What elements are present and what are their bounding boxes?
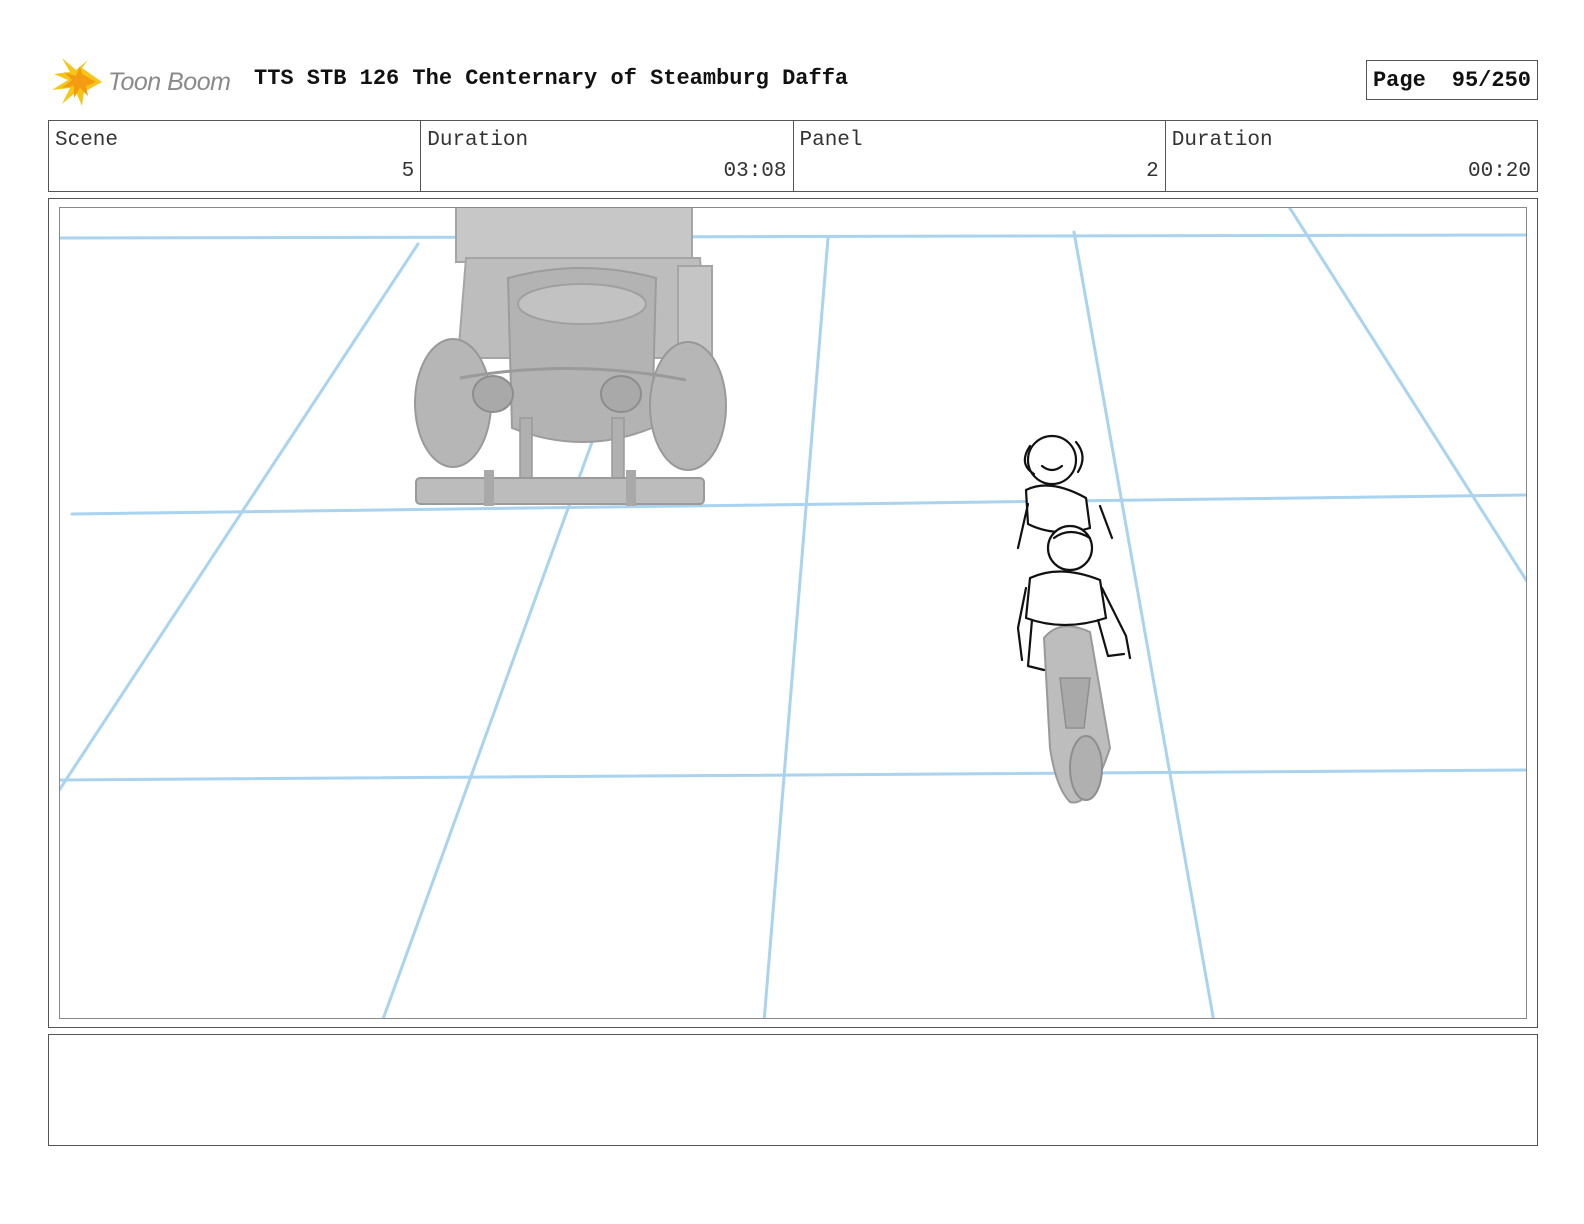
page-indicator: Page 95/250 xyxy=(1365,60,1538,100)
scene-info-row: Scene 5 Duration 03:08 Panel 2 Duration … xyxy=(48,120,1538,192)
page-label: Page xyxy=(1372,67,1426,93)
panel-label: Panel xyxy=(799,129,863,152)
panel-cell: Panel 2 xyxy=(794,121,1166,191)
scene-duration-label: Duration xyxy=(427,129,529,152)
panel-drawing xyxy=(60,208,1526,1018)
storyboard-panel-frame xyxy=(48,198,1538,1028)
header: Toon Boom TTS STB 126 The Centernary of … xyxy=(48,52,1538,108)
motorcycle-riders xyxy=(1016,434,1132,804)
scene-value: 5 xyxy=(401,160,415,183)
car-model xyxy=(414,208,727,506)
logo-text: Toon Boom xyxy=(108,68,231,96)
perspective-grid xyxy=(60,208,1526,1018)
document-title: TTS STB 126 The Centernary of Steamburg … xyxy=(254,66,849,91)
panel-duration-cell: Duration 00:20 xyxy=(1166,121,1537,191)
panel-value: 2 xyxy=(1146,160,1159,183)
page-number: 95/250 xyxy=(1451,67,1531,93)
scene-cell: Scene 5 xyxy=(49,121,422,191)
toon-boom-logo: Toon Boom xyxy=(52,56,242,108)
scene-duration-cell: Duration 03:08 xyxy=(421,121,794,191)
scene-label: Scene xyxy=(55,129,119,152)
storyboard-panel-image xyxy=(59,207,1527,1019)
scene-duration-value: 03:08 xyxy=(723,160,787,183)
panel-duration-label: Duration xyxy=(1171,129,1273,152)
panel-duration-value: 00:20 xyxy=(1467,160,1531,183)
panel-notes-box xyxy=(48,1034,1538,1146)
starburst-icon xyxy=(52,58,102,106)
